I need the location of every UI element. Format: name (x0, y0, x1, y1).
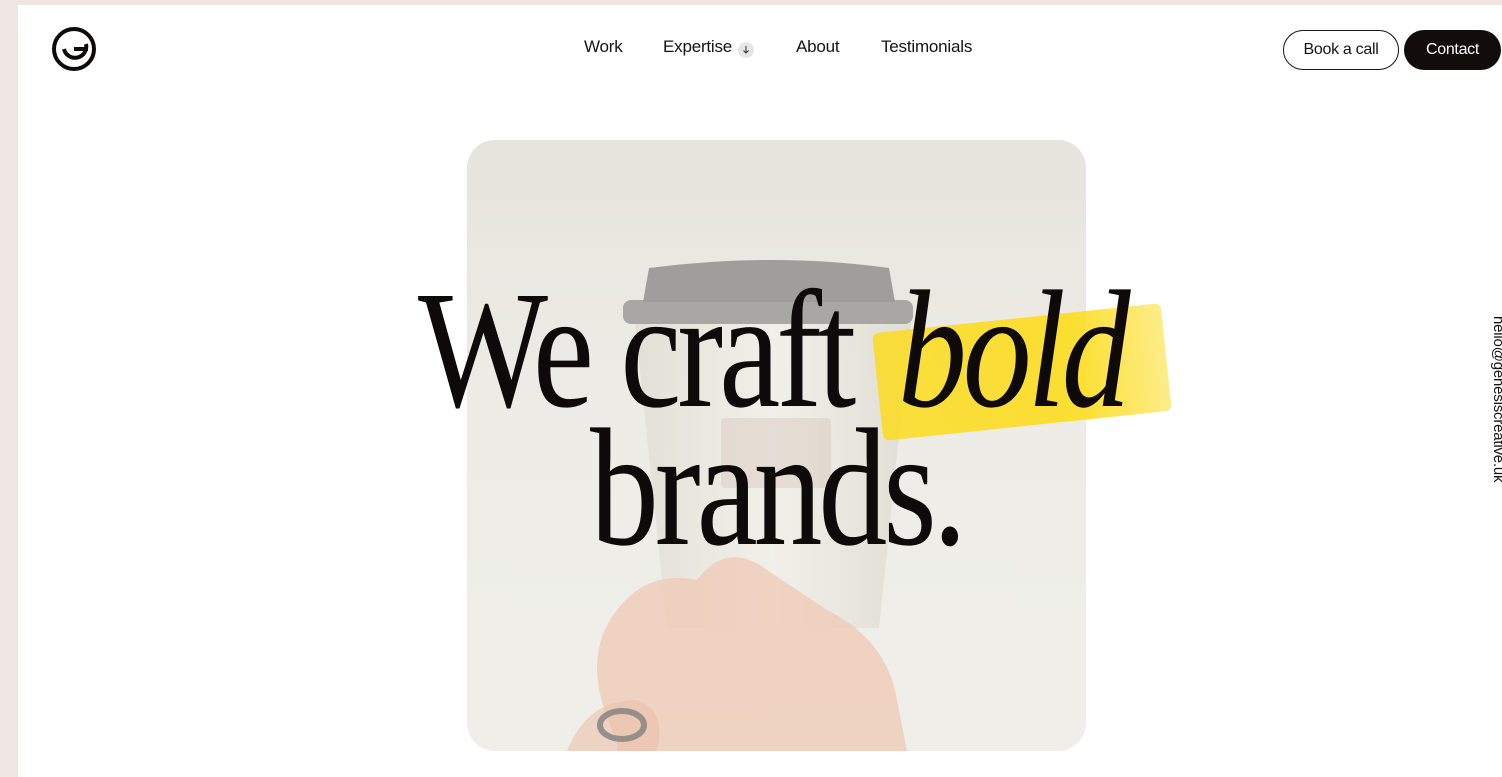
nav-item-expertise[interactable]: Expertise (663, 37, 732, 57)
book-a-call-button[interactable]: Book a call (1283, 30, 1399, 70)
contact-button[interactable]: Contact (1404, 30, 1501, 70)
nav-item-work[interactable]: Work (584, 37, 623, 57)
hero-heading-line2: brands. (590, 395, 967, 581)
arrow-down-icon[interactable] (738, 42, 754, 58)
nav-item-testimonials[interactable]: Testimonials (881, 37, 972, 57)
brand-logo-icon[interactable] (52, 27, 96, 71)
nav-item-about[interactable]: About (796, 37, 840, 57)
email-link[interactable]: hello@genesiscreative.uk (1483, 316, 1502, 496)
